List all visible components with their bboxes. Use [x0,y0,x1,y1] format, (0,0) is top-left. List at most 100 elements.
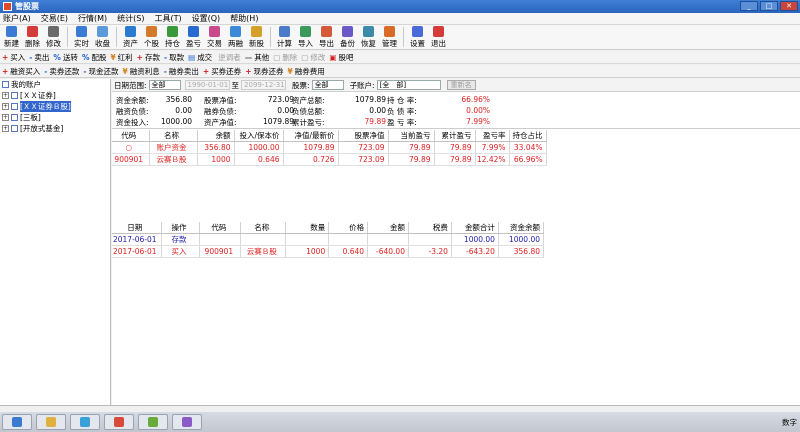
date-from-input[interactable]: 1990-01-01 [184,80,230,90]
table-cell: 2017-06-01 [112,245,162,258]
toolbar-button[interactable]: 收盘 [92,25,113,49]
tree-item[interactable]: + [开放式基金] [0,123,110,134]
maximize-button[interactable]: □ [760,1,778,11]
toolbar-button[interactable]: 退出 [428,25,449,49]
column-header[interactable]: 股票净值 [338,130,389,142]
tree-item[interactable]: + [ＸＸ证券] [0,90,110,101]
toolbar-button[interactable]: 资产 [120,25,141,49]
action-button[interactable]: % 配股 [82,52,107,63]
toolbar-button[interactable]: 两融 [225,25,246,49]
column-header[interactable]: 数量 [285,222,330,234]
table-cell: 买入 [161,245,201,258]
column-header[interactable]: 余额 [197,130,235,142]
action-button[interactable]: - 融券卖出 [164,66,199,77]
column-header[interactable]: 投入/保本价 [234,130,284,142]
toolbar-button[interactable]: 设置 [407,25,428,49]
column-header[interactable]: 价格 [328,222,369,234]
date-range-select[interactable]: 全部 [148,80,181,90]
column-header[interactable]: 资金余额 [498,222,545,234]
column-header[interactable]: 名称 [149,130,198,142]
action-button[interactable]: ¥ 红利 [110,52,132,63]
toolbar-button[interactable]: 恢复 [358,25,379,49]
column-header[interactable]: 操作 [161,222,201,234]
toolbar-button[interactable]: 管理 [379,25,400,49]
menu-item[interactable]: 工具(T) [155,13,182,24]
toolbar-button[interactable]: 备份 [337,25,358,49]
column-header[interactable]: 盈亏率 [475,130,510,142]
toolbar-button[interactable]: 盈亏 [183,25,204,49]
menu-item[interactable]: 设置(Q) [192,13,221,24]
expand-icon[interactable]: + [2,114,9,121]
action-button[interactable]: + 买入 [2,52,25,63]
table-row[interactable]: 2017-06-01 存款 1000.00 1000.00 [112,233,545,246]
column-header[interactable]: 累计盈亏 [434,130,476,142]
toolbar-button[interactable]: 导出 [316,25,337,49]
taskbar-app-stock[interactable] [104,414,134,430]
table-row[interactable]: 900901 云赛Ｂ股 1000 0.646 0.726 723.09 79.89 79.89… [112,153,547,166]
start-button[interactable] [2,414,32,430]
toolbar-button[interactable]: 持仓 [162,25,183,49]
action-button[interactable]: - 取款 [164,52,184,63]
expand-icon[interactable]: + [2,92,9,99]
action-button[interactable]: + 买券还券 [203,66,241,77]
menu-item[interactable]: 行情(M) [78,13,107,24]
taskbar-app-other[interactable] [138,414,168,430]
action-button[interactable]: - 现金还款 [83,66,118,77]
action-button[interactable]: ▤ 成交 [188,52,212,63]
taskbar-app-explorer[interactable] [36,414,66,430]
tree-item[interactable]: + [三板] [0,112,110,123]
menu-item[interactable]: 帮助(H) [230,13,258,24]
recalc-button[interactable]: 重新名 [446,80,476,90]
expand-icon[interactable]: + [2,125,9,132]
action-button[interactable]: ▣ 股吧 [329,52,353,63]
table-header: 代码 名称 余额 投入/保本价 净值/最新价 股票净值 当前盈亏 累计盈亏 盈亏率 持仓占比 [112,130,547,142]
action-button[interactable]: - 卖券还款 [44,66,79,77]
toolbar-button[interactable]: 计算 [274,25,295,49]
action-button[interactable]: — 其他 [245,52,270,63]
action-button[interactable]: + 融资买入 [2,66,40,77]
action-button[interactable]: ¥ 融资利息 [123,66,160,77]
toolbar-button[interactable]: 导入 [295,25,316,49]
column-header[interactable]: 税费 [408,222,452,234]
column-header[interactable]: 当前盈亏 [388,130,435,142]
toolbar-button[interactable]: 个股 [141,25,162,49]
toolbar-button[interactable]: 新股 [246,25,267,49]
toolbar-button[interactable]: 新建 [1,25,22,49]
stock-select[interactable]: 全部 [311,80,344,90]
taskbar-app-media[interactable] [172,414,202,430]
column-header[interactable]: 净值/最新价 [283,130,339,142]
action-button[interactable]: ¥ 融券费用 [287,66,324,77]
taskbar-app-browser[interactable] [70,414,100,430]
expand-icon[interactable]: + [2,103,9,110]
action-button[interactable]: % 送转 [53,52,78,63]
action-button[interactable]: - 卖出 [29,52,49,63]
ipo-icon [251,26,262,37]
toolbar-button[interactable]: 实时 [71,25,92,49]
menu-item[interactable]: 交易(E) [41,13,68,24]
menu-item[interactable]: 统计(S) [117,13,144,24]
table-row[interactable]: 2017-06-01 买入 900901 云赛Ｂ股 1000 0.640 -640.00 -3… [112,245,545,258]
minimize-button[interactable]: _ [740,1,758,11]
action-button[interactable]: + 存款 [137,52,160,63]
column-header[interactable]: 名称 [240,222,287,234]
action-button[interactable]: ▢ 删除 [273,52,297,63]
date-to-input[interactable]: 2099-12-31 [241,80,287,90]
column-header[interactable]: 金额 [367,222,409,234]
subaccount-select[interactable]: [全 部] [376,80,441,90]
table-row[interactable]: ○ 账户资金 356.80 1000.00 1079.89 723.09 79.89 79.8… [112,141,547,154]
toolbar-button[interactable]: 交易 [204,25,225,49]
action-button[interactable]: + 现券还券 [245,66,283,77]
column-header[interactable]: 金额合计 [451,222,499,234]
action-button[interactable]: ▢ 修改 [301,52,325,63]
tree-root[interactable]: 我的账户 [0,79,110,90]
column-header[interactable]: 代码 [199,222,242,234]
menu-item[interactable]: 账户(A) [3,13,31,24]
action-button[interactable]: 逆调者 [216,52,241,63]
toolbar-button[interactable]: 删除 [22,25,43,49]
close-button[interactable]: ✕ [780,1,798,11]
column-header[interactable]: 持仓占比 [509,130,547,142]
column-header[interactable]: 日期 [112,222,162,234]
tree-item[interactable]: + [ＸＸ证券Ｂ股] [0,101,110,112]
column-header[interactable]: 代码 [112,130,150,142]
toolbar-button[interactable]: 修改 [43,25,64,49]
